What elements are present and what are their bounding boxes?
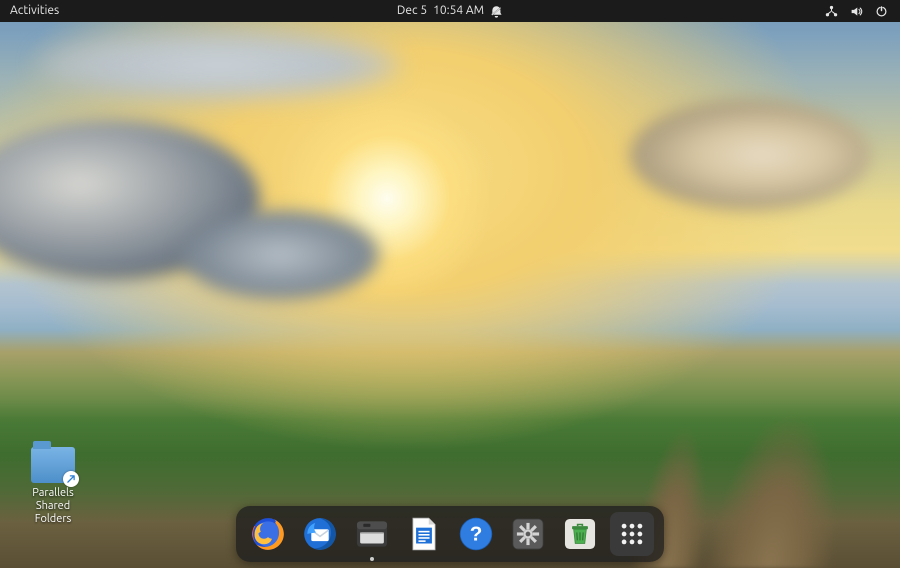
app-grid-icon bbox=[613, 515, 651, 553]
do-not-disturb-icon bbox=[490, 5, 503, 18]
dock-item-libreoffice-writer[interactable] bbox=[402, 512, 446, 556]
dock: ? bbox=[236, 506, 664, 562]
top-panel: Activities Dec 5 10:54 AM bbox=[0, 0, 900, 22]
settings-icon bbox=[509, 515, 547, 553]
libreoffice-writer-icon bbox=[405, 515, 443, 553]
volume-icon[interactable] bbox=[850, 5, 863, 18]
symlink-emblem-icon bbox=[63, 471, 79, 487]
dock-item-help[interactable]: ? bbox=[454, 512, 498, 556]
dock-item-thunderbird[interactable] bbox=[298, 512, 342, 556]
dock-item-firefox[interactable] bbox=[246, 512, 290, 556]
clock-date: Dec 5 bbox=[397, 0, 427, 22]
power-icon[interactable] bbox=[875, 5, 888, 18]
dock-item-trash[interactable] bbox=[558, 512, 602, 556]
trash-icon bbox=[561, 515, 599, 553]
help-icon: ? bbox=[457, 515, 495, 553]
desktop-icon-parallels-shared-folders[interactable]: Parallels Shared Folders bbox=[18, 447, 88, 526]
clock-area[interactable]: Dec 5 10:54 AM bbox=[397, 0, 503, 22]
folder-icon bbox=[31, 447, 75, 483]
clock-time: 10:54 AM bbox=[433, 0, 484, 22]
dock-item-files[interactable] bbox=[350, 512, 394, 556]
dock-item-show-applications[interactable] bbox=[610, 512, 654, 556]
dock-item-settings[interactable] bbox=[506, 512, 550, 556]
activities-button[interactable]: Activities bbox=[0, 0, 69, 22]
desktop-wallpaper[interactable] bbox=[0, 0, 900, 568]
thunderbird-icon bbox=[301, 515, 339, 553]
system-status-area[interactable] bbox=[813, 5, 900, 18]
firefox-icon bbox=[249, 515, 287, 553]
running-indicator-icon bbox=[370, 557, 374, 561]
desktop-icon-label: Parallels Shared Folders bbox=[18, 487, 88, 526]
files-icon bbox=[353, 515, 391, 553]
network-icon[interactable] bbox=[825, 5, 838, 18]
svg-text:?: ? bbox=[470, 522, 483, 545]
